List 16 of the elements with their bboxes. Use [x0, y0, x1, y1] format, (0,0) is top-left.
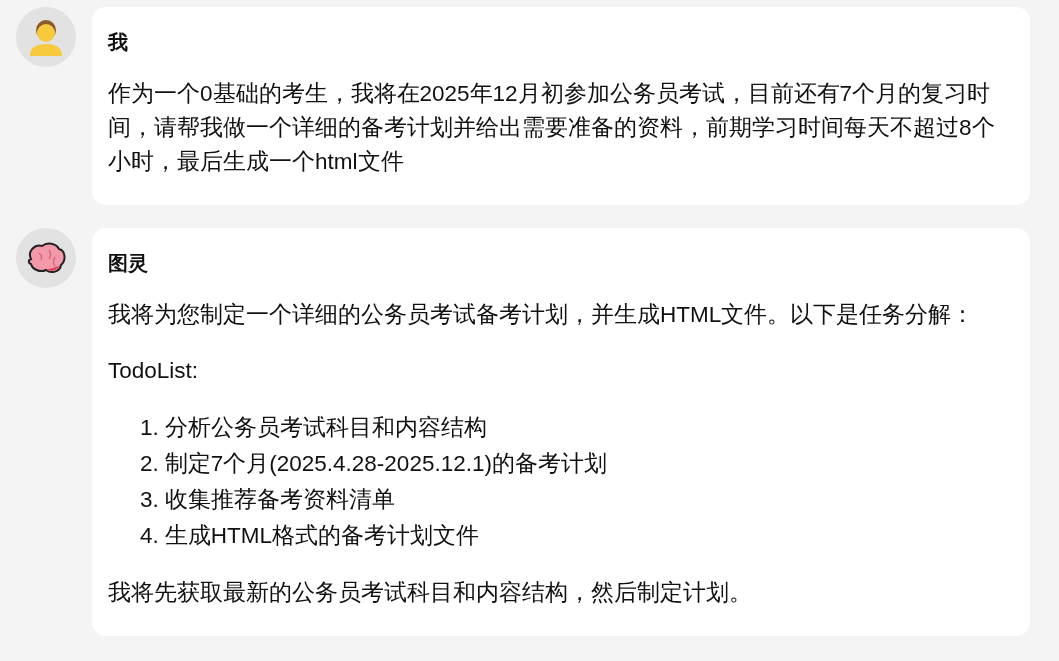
message-text: 作为一个0基础的考生，我将在2025年12月初参加公务员考试，目前还有7个月的复习时间，请帮我做一个详细的备考计划并给出需要准备的资料，前期学习时间每天不超过8个小时，最后生成一个html文件	[108, 80, 996, 176]
list-number: 3.	[140, 486, 159, 514]
list-number: 2.	[140, 450, 159, 478]
list-item-text: 收集推荐备考资料清单	[164, 486, 395, 514]
user-silhouette-icon	[28, 18, 64, 56]
list-item-text: 制定7个月(2025.4.28-2025.12.1)的备考计划	[164, 450, 607, 478]
list-item-text: 分析公务员考试科目和内容结构	[164, 414, 487, 442]
message-text: TodoList:	[108, 357, 200, 385]
message-text: 我将先获取最新的公务员考试科目和内容结构，然后制定计划。	[108, 579, 753, 607]
list-number: 4.	[140, 522, 159, 550]
sender-name: 我	[108, 30, 129, 55]
sender-name: 图灵	[108, 251, 149, 276]
list-item-text: 生成HTML格式的备考计划文件	[164, 522, 479, 550]
message-text: 我将为您制定一个详细的公务员考试备考计划，并生成HTML文件。以下是任务分解：	[108, 301, 976, 329]
list-number: 1.	[140, 414, 159, 442]
brain-icon	[25, 241, 67, 275]
